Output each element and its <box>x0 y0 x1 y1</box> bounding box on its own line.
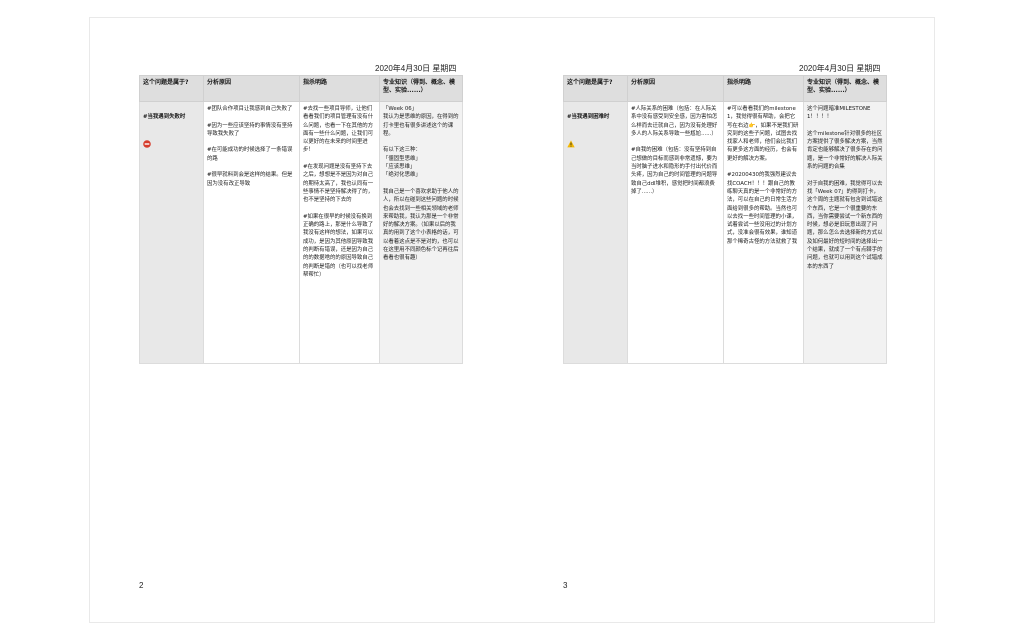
page-date: 2020年4月30日 星期四 <box>375 64 457 73</box>
document-spread: 2020年4月30日 星期四 这个问题是属于? 分析原因 指杀明路 专业知识（得… <box>90 18 934 622</box>
header-guidance: 指杀明路 <box>723 75 804 102</box>
analysis-cell: #人际关系的困难（包括：在人际关系中没有感受到安全感，因为害怕怎么样而去迁就自己… <box>627 101 724 364</box>
knowledge-cell: 「Week 06」 我认为是思维的原因，在得到的打卡里也有很多讲述这个的课程。 … <box>379 101 463 364</box>
analysis-cell: #团队合作项目让我感到自己失败了 #因为一些应该坚持的事情没有坚持导致我失败了 … <box>203 101 300 364</box>
question-label: #当我遇到失败时 <box>143 114 186 121</box>
header-guidance: 指杀明路 <box>299 75 380 102</box>
page-2: 2020年4月30日 星期四 这个问题是属于? 分析原因 指杀明路 专业知识（得… <box>90 18 510 622</box>
header-question-type: 这个问题是属于? <box>563 75 628 102</box>
page-3: 2020年4月30日 星期四 这个问题是属于? 分析原因 指杀明路 专业知识（得… <box>514 18 934 622</box>
page-number: 2 <box>139 581 144 590</box>
table-row: #当我遇到困难时 #人际关系的困难（包括：在人际关系中没有感受到安全感，因为害怕… <box>563 101 887 364</box>
viewer-canvas: 2020年4月30日 星期四 这个问题是属于? 分析原因 指杀明路 专业知识（得… <box>0 0 1024 640</box>
reflection-table: 这个问题是属于? 分析原因 指杀明路 专业知识（得到、概念、模型、实验.....… <box>139 75 463 364</box>
guidance-cell: #可以看看我们的milestone1，我觉得很有帮助，会把它写在右边👉，如果不是… <box>723 101 804 364</box>
header-knowledge: 专业知识（得到、概念、模型、实验......） <box>379 75 463 102</box>
page-date: 2020年4月30日 星期四 <box>799 64 881 73</box>
table-header-row: 这个问题是属于? 分析原因 指杀明路 专业知识（得到、概念、模型、实验.....… <box>139 75 463 102</box>
guidance-cell: #去找一些项目导师，让他们看看我们的项目管理有没有什么问题，也看一下在其他的方面… <box>299 101 380 364</box>
knowledge-cell: 这个问题暗准MILESTONE1！！！！ 这个milestone针对很多的社区方… <box>803 101 887 364</box>
question-cell: #当我遇到困难时 <box>563 101 628 364</box>
table-header-row: 这个问题是属于? 分析原因 指杀明路 专业知识（得到、概念、模型、实验.....… <box>563 75 887 102</box>
table-row: #当我遇到失败时 #团队合作项目让我感到自己失败了 #因为一些应该坚持的事情没有… <box>139 101 463 364</box>
question-label: #当我遇到困难时 <box>567 114 610 121</box>
reflection-table: 这个问题是属于? 分析原因 指杀明路 专业知识（得到、概念、模型、实验.....… <box>563 75 887 364</box>
header-analysis: 分析原因 <box>203 75 300 102</box>
header-analysis: 分析原因 <box>627 75 724 102</box>
header-knowledge: 专业知识（得到、概念、模型、实验......） <box>803 75 887 102</box>
red-no-entry-icon <box>143 132 151 152</box>
page-number: 3 <box>563 581 568 590</box>
header-question-type: 这个问题是属于? <box>139 75 204 102</box>
question-cell: #当我遇到失败时 <box>139 101 204 364</box>
warning-icon <box>567 132 575 152</box>
